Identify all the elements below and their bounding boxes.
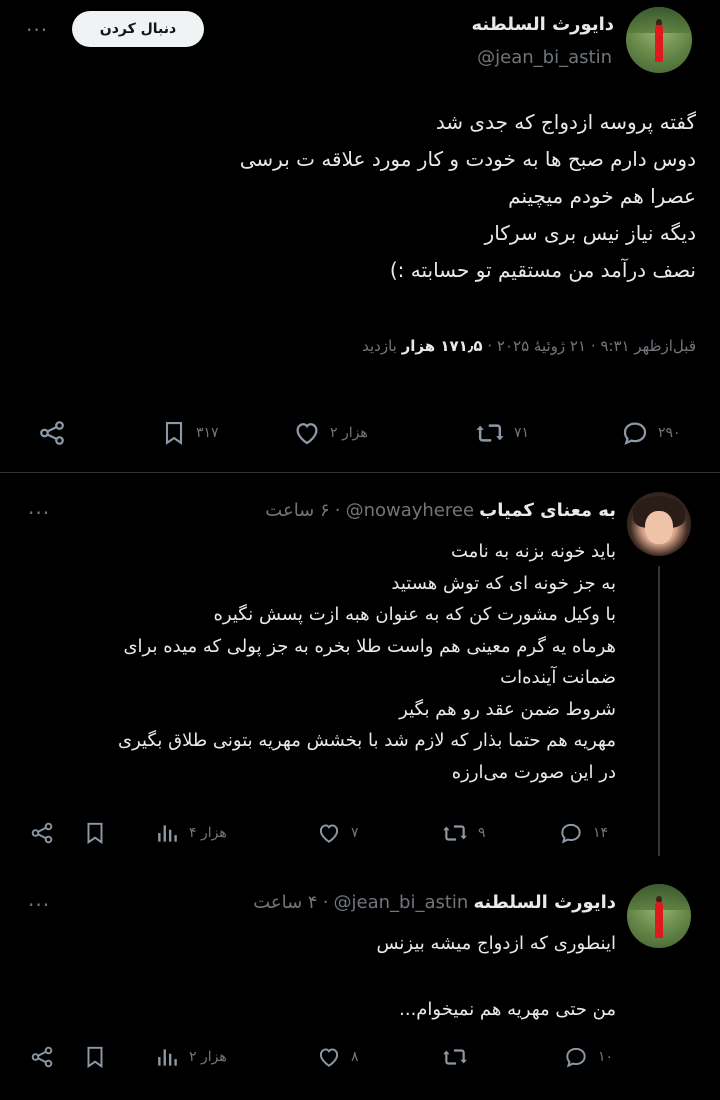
bookmark-icon [165,422,183,445]
retweet-icon [443,1049,467,1065]
reply-avatar[interactable] [627,492,691,556]
views-count: ۲ هزار [189,1049,227,1065]
heart-icon [319,824,339,843]
author-avatar[interactable] [626,7,692,73]
share-icon [31,822,53,844]
header-separator: · [322,892,329,913]
reply-handle[interactable]: @jean_bi_astin [334,892,469,913]
reply-count: ۱۴ [593,825,609,841]
avatar-figure [655,25,663,63]
share-icon [40,421,64,445]
reply-count: ۱۰ [598,1049,614,1065]
share-button[interactable] [28,820,56,846]
tweet-time[interactable]: قبل‌ازظهر ۹:۳۱ [600,337,696,355]
retweet-button[interactable] [440,1044,478,1070]
views-count: ۴ هزار [189,825,227,841]
reply-line: مهریه هم حتما بذار که لازم شد با بخشش مه… [118,730,616,751]
reply-line: باید خونه بزنه به نامت [451,541,616,562]
share-button[interactable] [36,418,68,448]
more-options-icon[interactable]: ··· [28,895,50,915]
retweet-count: ۹ [478,825,486,841]
like-button[interactable]: ۸ [315,1044,359,1070]
reply-time[interactable]: ۴ ساعت [253,892,317,913]
tweet-line: عصرا هم خودم میچینم [508,184,696,208]
reply-line: شروط ضمن عقد رو هم بگیر [399,698,616,720]
bookmark-icon [87,1046,103,1069]
like-count: ۷ [351,825,359,841]
tweet-line: دیگه نیاز نیس بری سرکار [484,221,696,245]
reply-line: با وکیل مشورت کن که به عنوان هبه ازت پسش… [213,604,617,625]
reply-button[interactable]: ۲۹۰ [620,418,681,448]
reply-button[interactable]: ۱۴ [557,820,608,846]
reply-line: هرماه یه گرم معینی هم واست طلا بخره به ج… [123,635,616,657]
share-button[interactable] [28,1044,56,1070]
reply-author-name[interactable]: به معنای کمیاب [479,500,616,521]
author-handle[interactable]: @jean_bi_astin [477,47,612,68]
meta-separator: · [487,337,493,355]
meta-separator: · [590,337,596,355]
retweet-count: ۷۱ [514,425,530,441]
reply-body: اینطوری که ازدواج میشه بیزنس من حتی مهری… [16,928,616,1025]
reply-line: ضمانت آینده‌ات [500,667,616,688]
bookmark-count: ۳۱۷ [196,425,219,441]
reply-author-name[interactable]: دایورث السلطنه [473,892,616,913]
avatar-face [644,511,674,545]
like-button[interactable]: ۲ هزار [292,418,368,448]
header-separator: · [334,500,341,521]
reply-icon [561,823,581,844]
reply-header: به معنای کمیاب @nowayheree · ۶ ساعت [265,500,616,521]
bookmark-button[interactable]: ۳۱۷ [160,418,219,448]
reply-line: من حتی مهریه هم نمیخوام... [399,998,616,1020]
analytics-icon [158,825,177,842]
heart-icon [319,1048,339,1067]
analytics-icon [158,1049,177,1066]
retweet-button[interactable]: ۷۱ [474,418,529,448]
tweet-line: دوس دارم صبح ها به خودت و کار مورد علاقه… [239,147,696,171]
views-label: بازدید [362,337,397,355]
views-button[interactable]: ۴ هزار [155,820,227,846]
reply-button[interactable]: ۱۰ [562,1044,613,1070]
avatar-figure [655,901,663,938]
like-button[interactable]: ۷ [315,820,359,846]
follow-button[interactable]: دنبال کردن [72,11,204,47]
retweet-icon [476,424,504,442]
tweet-line: گفته پروسه ازدواج که جدی شد [435,110,696,134]
tweet-body: گفته پروسه ازدواج که جدی شد دوس دارم صبح… [16,104,696,289]
reply-icon [623,422,647,446]
thread-line [658,566,660,856]
more-options-icon[interactable]: ··· [26,20,48,40]
reply-line: به جز خونه ای که توش هستید [391,572,616,594]
reply-line [16,960,616,994]
tweet-meta: قبل‌ازظهر ۹:۳۱ · ۲۱ ژوئیهٔ ۲۰۲۵ · ۱۷۱٫۵ … [362,337,696,355]
reply-handle[interactable]: @nowayheree [346,500,474,521]
retweet-icon [443,825,467,841]
reply-line: در این صورت می‌ارزه [451,761,616,783]
bookmark-icon [87,822,103,845]
bookmark-button[interactable] [82,1044,108,1070]
retweet-button[interactable]: ۹ [440,820,486,846]
like-count: ۸ [351,1049,359,1065]
more-options-icon[interactable]: ··· [28,503,50,523]
reply-header: دایورث السلطنه @jean_bi_astin · ۴ ساعت [253,892,616,913]
reply-count: ۲۹۰ [658,425,681,441]
author-name[interactable]: دایورث السلطنه [471,14,614,35]
reply-icon [566,1047,586,1068]
reply-body: باید خونه بزنه به نامت به جز خونه ای که … [16,536,616,788]
tweet-line: نصف درآمد من مستقیم تو حسابته :) [389,258,696,282]
share-icon [31,1046,53,1068]
like-count: ۲ هزار [330,425,368,441]
reply-line: اینطوری که ازدواج میشه بیزنس [376,933,616,954]
divider [0,472,720,473]
views-count: ۱۷۱٫۵ هزار [401,337,483,355]
tweet-date[interactable]: ۲۱ ژوئیهٔ ۲۰۲۵ [497,337,586,355]
reply-time[interactable]: ۶ ساعت [265,500,329,521]
views-button[interactable]: ۲ هزار [155,1044,227,1070]
heart-icon [296,423,318,445]
bookmark-button[interactable] [82,820,108,846]
reply-avatar[interactable] [627,884,691,948]
